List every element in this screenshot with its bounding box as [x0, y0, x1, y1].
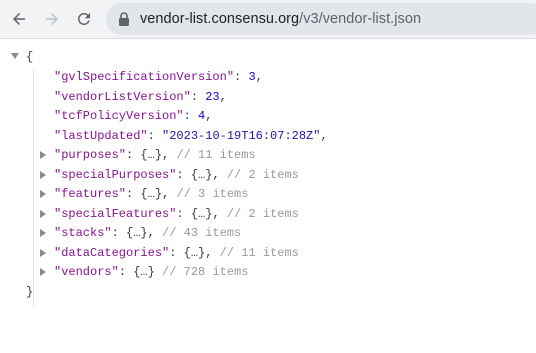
reload-icon: [77, 12, 90, 25]
collapsed-object-preview[interactable]: {…}: [140, 148, 162, 162]
json-key: "tcfPolicyVersion": [54, 109, 184, 123]
lock-icon: [119, 12, 129, 26]
collapsed-object-preview[interactable]: {…}: [191, 207, 213, 221]
expand-data-categories-toggle[interactable]: [40, 248, 46, 257]
collapsed-object-preview[interactable]: {…}: [126, 226, 148, 240]
root-open-brace: {: [26, 50, 34, 64]
item-count-comment: // 2 items: [226, 167, 299, 182]
json-key: "features": [54, 187, 127, 201]
json-key: "specialPurposes": [54, 167, 177, 182]
forward-button[interactable]: [39, 6, 65, 32]
url-text[interactable]: vendor-list.consensu.org/v3/vendor-list.…: [140, 11, 421, 27]
json-key: "gvlSpecificationVersion": [54, 70, 235, 84]
json-key: "stacks": [54, 226, 112, 240]
json-row-features: "features": {…}, // 3 items: [54, 187, 249, 201]
json-row-stacks: "stacks": {…}, // 43 items: [54, 226, 242, 240]
browser-toolbar: vendor-list.consensu.org/v3/vendor-list.…: [0, 0, 536, 39]
collapsed-object-preview[interactable]: {…}: [133, 265, 155, 279]
json-key: "vendorListVersion": [54, 89, 191, 104]
collapsed-object-preview[interactable]: {…}: [184, 246, 206, 260]
json-number-value: 23: [205, 89, 220, 104]
url-host: vendor-list.consensu.org: [140, 11, 300, 27]
item-count-comment: // 3 items: [176, 187, 249, 201]
collapsed-object-preview[interactable]: {…}: [140, 187, 162, 201]
expand-features-toggle[interactable]: [40, 190, 46, 198]
arrow-right-icon: [46, 13, 58, 25]
json-viewer: { "gvlSpecificationVersion": 3, "vendorL…: [0, 44, 536, 344]
root-close-brace: }: [26, 284, 34, 299]
json-key: "purposes": [54, 148, 127, 162]
json-key: "specialFeatures": [54, 206, 177, 221]
indent-guide: [33, 68, 34, 308]
json-row-gvl-spec-version: "gvlSpecificationVersion": 3,: [54, 70, 263, 84]
expand-stacks-toggle[interactable]: [40, 229, 46, 237]
json-row-data-categories: "dataCategories": {…}, // 11 items: [54, 245, 299, 260]
json-key: "lastUpdated": [54, 128, 148, 143]
item-count-comment: // 11 items: [176, 148, 256, 162]
expand-vendors-toggle[interactable]: [40, 268, 46, 276]
json-row-vendors: "vendors": {…} // 728 items: [54, 265, 249, 279]
item-count-comment: // 728 items: [162, 265, 249, 279]
json-row-last-updated: "lastUpdated": "2023-10-19T16:07:28Z",: [54, 128, 328, 143]
expand-special-purposes-toggle[interactable]: [40, 170, 46, 179]
json-string-value: "2023-10-19T16:07:28Z": [162, 128, 321, 143]
item-count-comment: // 11 items: [219, 245, 299, 260]
json-row-tcf-policy-version: "tcfPolicyVersion": 4,: [54, 109, 213, 123]
json-row-special-purposes: "specialPurposes": {…}, // 2 items: [54, 167, 299, 182]
item-count-comment: // 2 items: [226, 206, 299, 221]
reload-button[interactable]: [71, 6, 97, 32]
expand-purposes-toggle[interactable]: [40, 151, 46, 159]
json-key: "vendors": [54, 265, 119, 279]
address-bar[interactable]: vendor-list.consensu.org/v3/vendor-list.…: [106, 3, 536, 35]
item-count-comment: // 43 items: [162, 226, 242, 240]
json-row-special-features: "specialFeatures": {…}, // 2 items: [54, 206, 299, 221]
expand-special-features-toggle[interactable]: [40, 209, 46, 218]
arrow-left-icon: [13, 13, 25, 25]
json-row-purposes: "purposes": {…}, // 11 items: [54, 148, 256, 162]
url-path: /v3/vendor-list.json: [299, 11, 422, 27]
json-number-value: 3: [248, 70, 256, 84]
back-button[interactable]: [6, 6, 32, 32]
json-row-vendor-list-version: "vendorListVersion": 23,: [54, 89, 227, 104]
collapse-root-toggle[interactable]: [11, 53, 19, 59]
collapsed-object-preview[interactable]: {…}: [191, 168, 213, 182]
json-key: "dataCategories": [54, 245, 170, 260]
